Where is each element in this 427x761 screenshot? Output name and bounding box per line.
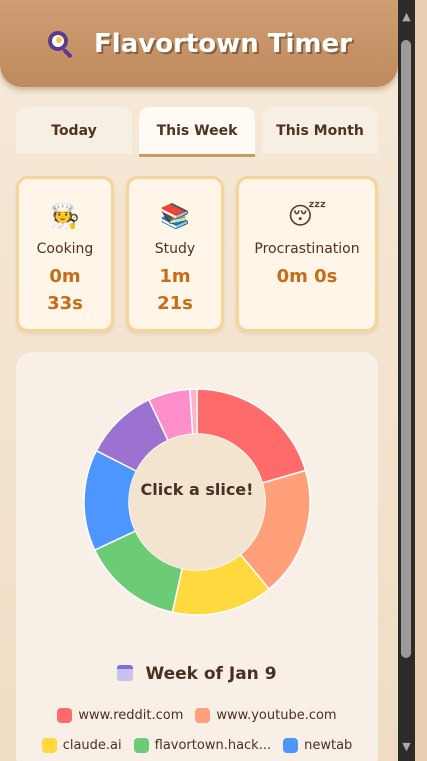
books-icon: 📚 — [160, 202, 190, 230]
tab-label: This Week — [156, 122, 238, 139]
card-value: 0m 33s — [47, 266, 83, 314]
donut-center-label: Click a slice! — [140, 480, 254, 499]
legend-swatch — [57, 707, 73, 723]
card-value: 0m 0s — [276, 266, 338, 287]
legend-item[interactable]: newtab — [283, 737, 352, 753]
legend-item[interactable]: flavortown.hack... — [133, 737, 271, 753]
legend-swatch — [41, 737, 57, 753]
frying-pan-icon — [46, 29, 76, 59]
scroll-thumb[interactable] — [401, 40, 411, 658]
card-label: Study — [154, 241, 196, 257]
chef-icon: 🧑‍🍳 — [50, 202, 80, 230]
tab-this-month[interactable]: This Month — [262, 107, 378, 154]
legend-item[interactable]: claude.ai — [41, 737, 122, 753]
legend-row: claude.ai flavortown.hack... newtab — [16, 734, 378, 756]
legend-swatch — [195, 707, 211, 723]
calendar-icon — [117, 665, 134, 681]
card-value: 1m 21s — [157, 266, 193, 314]
card-cooking: 🧑‍🍳 Cooking 0m 33s — [16, 176, 114, 332]
header: Flavortown Timer — [0, 0, 398, 87]
legend-item[interactable]: www.youtube.com — [195, 707, 337, 723]
scroll-down-arrow-icon[interactable]: ▼ — [398, 738, 415, 755]
legend-swatch — [283, 737, 299, 753]
category-cards: 🧑‍🍳 Cooking 0m 33s 📚 Study 1m 21s 😴 Proc… — [16, 176, 378, 332]
legend: www.reddit.com www.youtube.com claude.ai… — [16, 704, 378, 761]
scroll-up-arrow-icon[interactable]: ▲ — [398, 8, 415, 25]
period-tabs: Today This Week This Month — [16, 107, 378, 157]
tab-today[interactable]: Today — [16, 107, 132, 154]
app-title: Flavortown Timer — [94, 28, 352, 59]
tab-label: Today — [51, 122, 97, 139]
background-page-edge — [415, 0, 427, 761]
card-study: 📚 Study 1m 21s — [126, 176, 224, 332]
legend-swatch — [133, 737, 149, 753]
tab-label: This Month — [276, 122, 364, 139]
legend-item[interactable]: www.reddit.com — [57, 707, 183, 723]
card-label: Cooking — [36, 241, 94, 257]
popup: Flavortown Timer Today This Week This Mo… — [0, 0, 398, 761]
donut-hole — [129, 434, 265, 570]
chart-panel: Click a slice! Week of Jan 9 www.reddit.… — [16, 352, 378, 761]
sleeping-face-icon: 😴 — [287, 202, 327, 230]
scrollbar[interactable]: ▲ ▼ — [398, 0, 415, 761]
week-heading: Week of Jan 9 — [16, 664, 378, 684]
legend-row: www.reddit.com www.youtube.com — [16, 704, 378, 726]
tab-this-week[interactable]: This Week — [139, 107, 255, 157]
card-label: Procrastination — [254, 241, 360, 257]
card-procrastination: 😴 Procrastination 0m 0s — [236, 176, 378, 332]
